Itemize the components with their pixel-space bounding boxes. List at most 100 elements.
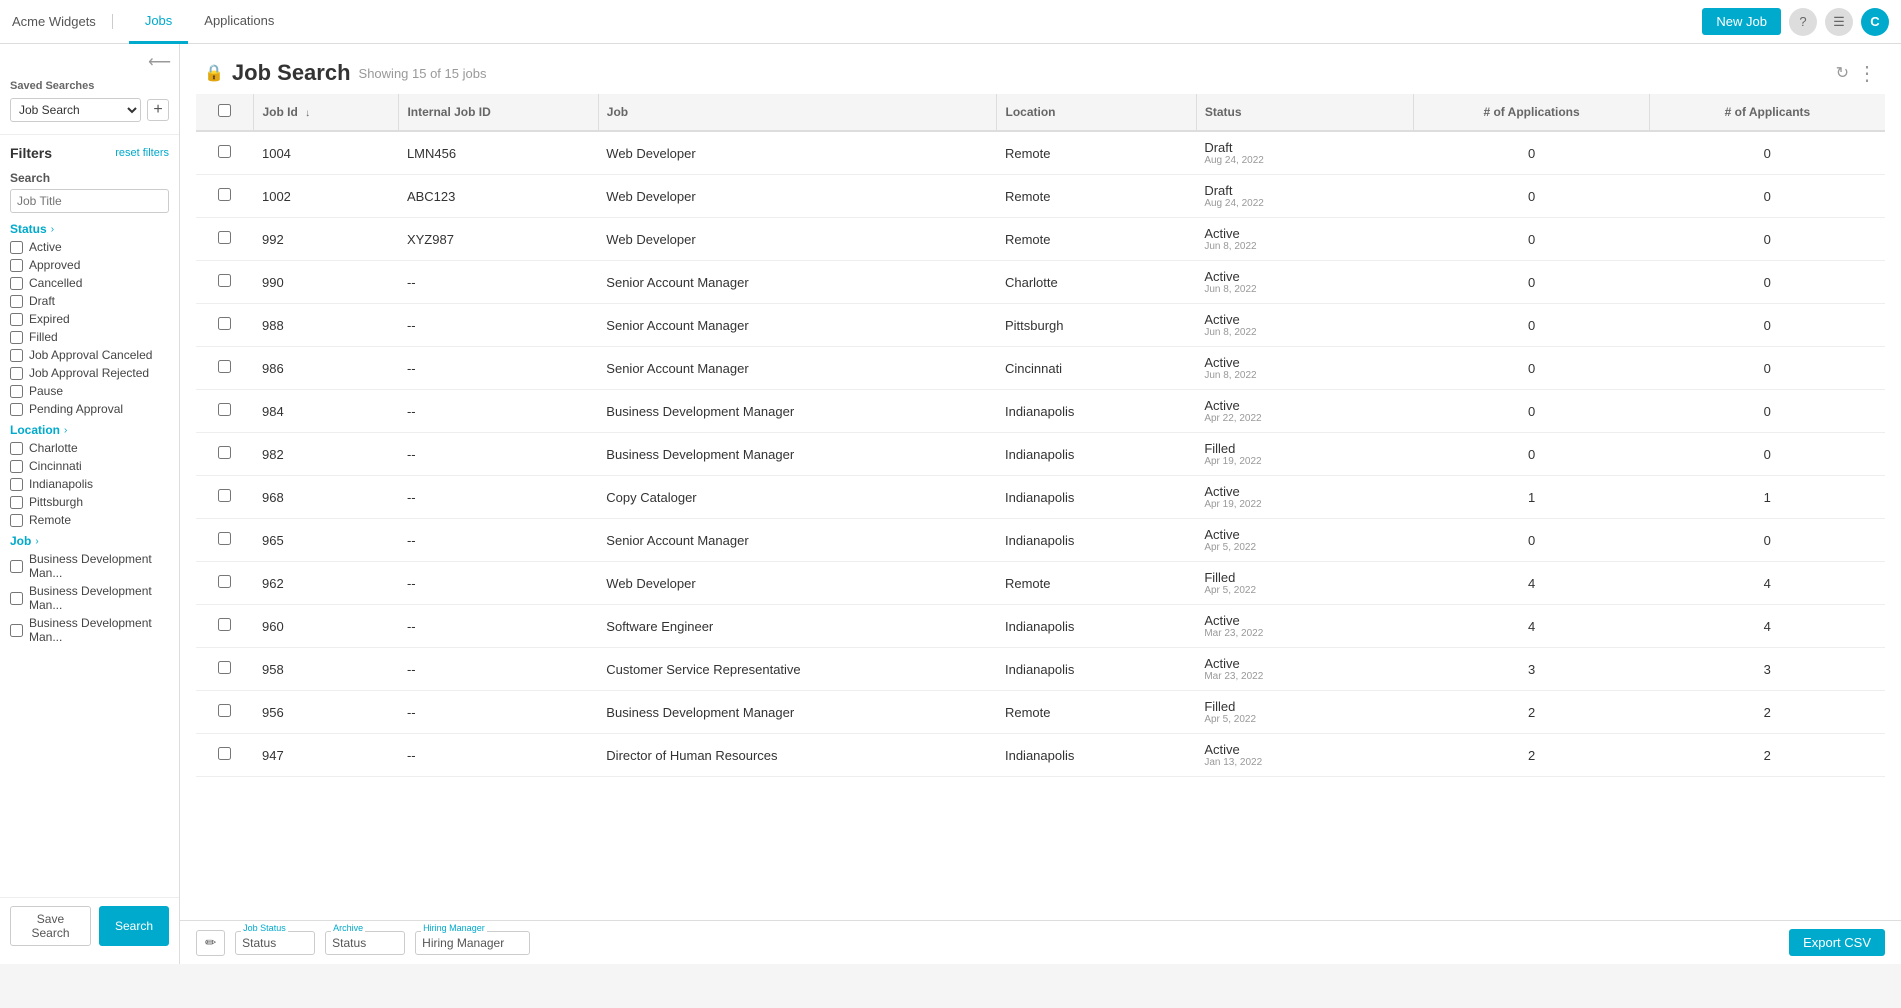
job-filter-item[interactable]: Business Development Man... — [0, 614, 179, 646]
row-checkbox[interactable] — [218, 446, 231, 459]
status-filter-item[interactable]: Expired — [0, 310, 179, 328]
location-checkbox[interactable] — [10, 460, 23, 473]
table-row[interactable]: 982 -- Business Development Manager Indi… — [196, 433, 1885, 476]
location-group-header[interactable]: Location › — [0, 418, 179, 439]
row-job[interactable]: Web Developer — [598, 562, 997, 605]
row-check[interactable] — [196, 175, 254, 218]
row-job[interactable]: Business Development Manager — [598, 390, 997, 433]
job-status-select[interactable]: Status — [235, 931, 315, 955]
table-row[interactable]: 992 XYZ987 Web Developer Remote Active J… — [196, 218, 1885, 261]
status-checkbox[interactable] — [10, 367, 23, 380]
location-filter-item[interactable]: Pittsburgh — [0, 493, 179, 511]
table-row[interactable]: 956 -- Business Development Manager Remo… — [196, 691, 1885, 734]
nav-applications[interactable]: Applications — [188, 0, 290, 44]
row-checkbox[interactable] — [218, 360, 231, 373]
col-header-apps[interactable]: # of Applications — [1414, 94, 1650, 131]
row-check[interactable] — [196, 519, 254, 562]
job-filter-item[interactable]: Business Development Man... — [0, 582, 179, 614]
table-row[interactable]: 947 -- Director of Human Resources India… — [196, 734, 1885, 777]
row-checkbox[interactable] — [218, 661, 231, 674]
row-job[interactable]: Web Developer — [598, 218, 997, 261]
col-header-location[interactable]: Location — [997, 94, 1196, 131]
hiring-manager-select[interactable]: Hiring Manager — [415, 931, 530, 955]
location-filter-item[interactable]: Remote — [0, 511, 179, 529]
row-check[interactable] — [196, 476, 254, 519]
row-checkbox[interactable] — [218, 403, 231, 416]
more-options-button[interactable]: ⋮ — [1857, 61, 1877, 86]
row-job[interactable]: Business Development Manager — [598, 433, 997, 476]
row-check[interactable] — [196, 131, 254, 175]
status-checkbox[interactable] — [10, 259, 23, 272]
status-checkbox[interactable] — [10, 385, 23, 398]
status-filter-item[interactable]: Active — [0, 238, 179, 256]
refresh-button[interactable]: ↻ — [1836, 63, 1849, 83]
row-job[interactable]: Senior Account Manager — [598, 261, 997, 304]
table-row[interactable]: 1004 LMN456 Web Developer Remote Draft A… — [196, 131, 1885, 175]
status-filter-item[interactable]: Job Approval Canceled — [0, 346, 179, 364]
row-check[interactable] — [196, 648, 254, 691]
status-group-header[interactable]: Status › — [0, 217, 179, 238]
table-row[interactable]: 986 -- Senior Account Manager Cincinnati… — [196, 347, 1885, 390]
row-check[interactable] — [196, 390, 254, 433]
status-checkbox[interactable] — [10, 241, 23, 254]
row-job[interactable]: Senior Account Manager — [598, 304, 997, 347]
row-job[interactable]: Senior Account Manager — [598, 347, 997, 390]
row-job[interactable]: Director of Human Resources — [598, 734, 997, 777]
nav-jobs[interactable]: Jobs — [129, 0, 188, 44]
row-check[interactable] — [196, 347, 254, 390]
table-row[interactable]: 984 -- Business Development Manager Indi… — [196, 390, 1885, 433]
row-check[interactable] — [196, 562, 254, 605]
archive-select[interactable]: Status — [325, 931, 405, 955]
row-checkbox[interactable] — [218, 145, 231, 158]
location-checkbox[interactable] — [10, 478, 23, 491]
status-checkbox[interactable] — [10, 295, 23, 308]
export-csv-button[interactable]: Export CSV — [1789, 929, 1885, 956]
row-checkbox[interactable] — [218, 618, 231, 631]
row-checkbox[interactable] — [218, 274, 231, 287]
status-filter-item[interactable]: Pending Approval — [0, 400, 179, 418]
status-filter-item[interactable]: Approved — [0, 256, 179, 274]
row-job[interactable]: Senior Account Manager — [598, 519, 997, 562]
reset-filters-link[interactable]: reset filters — [115, 147, 169, 159]
row-checkbox[interactable] — [218, 704, 231, 717]
job-filter-item[interactable]: Business Development Man... — [0, 550, 179, 582]
location-checkbox[interactable] — [10, 496, 23, 509]
table-row[interactable]: 990 -- Senior Account Manager Charlotte … — [196, 261, 1885, 304]
menu-icon[interactable]: ☰ — [1825, 8, 1853, 36]
row-check[interactable] — [196, 261, 254, 304]
row-check[interactable] — [196, 605, 254, 648]
status-filter-item[interactable]: Job Approval Rejected — [0, 364, 179, 382]
job-checkbox[interactable] — [10, 592, 23, 605]
job-title-input[interactable] — [10, 189, 169, 213]
row-check[interactable] — [196, 218, 254, 261]
col-header-status[interactable]: Status — [1196, 94, 1413, 131]
status-filter-item[interactable]: Draft — [0, 292, 179, 310]
status-checkbox[interactable] — [10, 331, 23, 344]
row-checkbox[interactable] — [218, 575, 231, 588]
user-avatar[interactable]: C — [1861, 8, 1889, 36]
row-check[interactable] — [196, 433, 254, 476]
edit-filters-button[interactable]: ✏ — [196, 930, 225, 956]
row-checkbox[interactable] — [218, 317, 231, 330]
saved-searches-select[interactable]: Job Search — [10, 98, 141, 122]
search-button[interactable]: Search — [99, 906, 169, 946]
col-header-jobid[interactable]: Job Id ↓ — [254, 94, 399, 131]
table-row[interactable]: 988 -- Senior Account Manager Pittsburgh… — [196, 304, 1885, 347]
collapse-icon[interactable]: ⟵ — [148, 52, 171, 72]
col-header-check[interactable] — [196, 94, 254, 131]
row-job[interactable]: Web Developer — [598, 131, 997, 175]
location-checkbox[interactable] — [10, 514, 23, 527]
job-checkbox[interactable] — [10, 624, 23, 637]
table-row[interactable]: 960 -- Software Engineer Indianapolis Ac… — [196, 605, 1885, 648]
row-checkbox[interactable] — [218, 188, 231, 201]
row-job[interactable]: Business Development Manager — [598, 691, 997, 734]
status-checkbox[interactable] — [10, 277, 23, 290]
col-header-intjobid[interactable]: Internal Job ID — [399, 94, 598, 131]
status-checkbox[interactable] — [10, 403, 23, 416]
location-filter-item[interactable]: Charlotte — [0, 439, 179, 457]
location-checkbox[interactable] — [10, 442, 23, 455]
table-row[interactable]: 965 -- Senior Account Manager Indianapol… — [196, 519, 1885, 562]
row-job[interactable]: Web Developer — [598, 175, 997, 218]
table-row[interactable]: 962 -- Web Developer Remote Filled Apr 5… — [196, 562, 1885, 605]
row-job[interactable]: Copy Cataloger — [598, 476, 997, 519]
